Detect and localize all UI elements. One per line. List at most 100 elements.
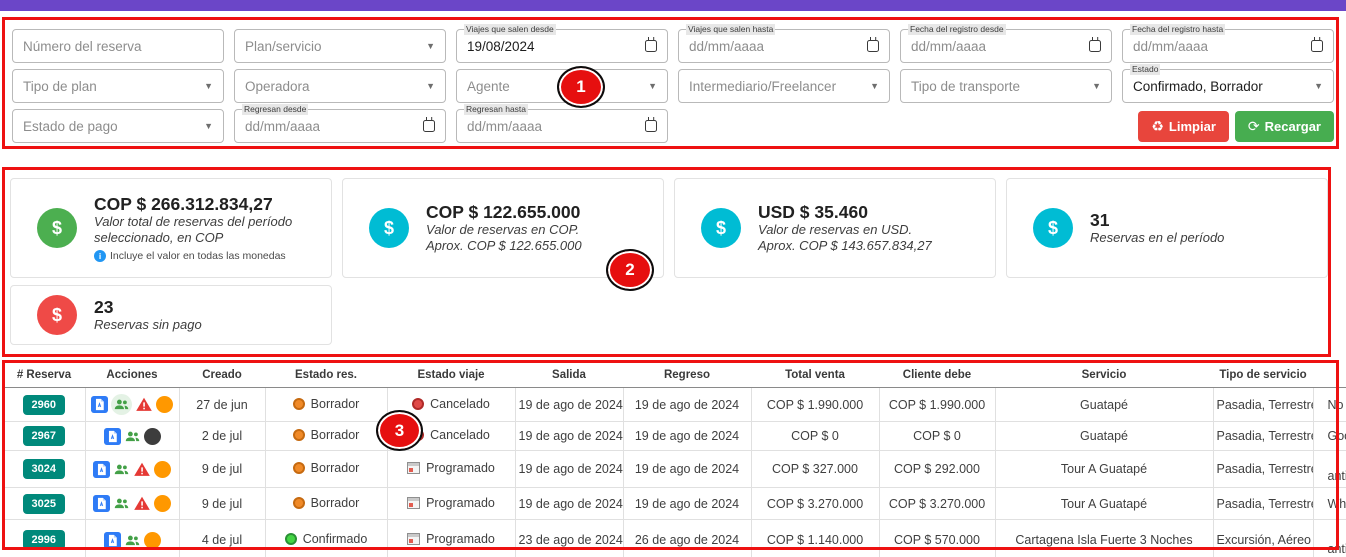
calendar-scheduled-icon: [407, 462, 420, 474]
operator-select[interactable]: Operadora: [234, 69, 446, 103]
chevron-down-icon: [1092, 81, 1101, 91]
card-value: USD $ 35.460: [758, 202, 932, 222]
card-note: Incluye el valor en todas las monedas: [94, 250, 317, 262]
chevron-down-icon: [426, 81, 435, 91]
orange-status-dot-icon[interactable]: [154, 495, 171, 512]
table-row: 3025 9 de jul Borrador Programado 19 de …: [3, 488, 1346, 520]
plan-service-select[interactable]: Plan/servicio: [234, 29, 446, 63]
card-value: 31: [1090, 210, 1224, 230]
orange-status-dot-icon[interactable]: [154, 461, 171, 478]
pdf-file-icon[interactable]: [104, 532, 121, 549]
clients-icon[interactable]: [124, 532, 141, 549]
card-description: Valor de reservas en COP. Aprox. COP $ 1…: [426, 222, 582, 254]
filters-panel: Número del reserva Plan/servicio Viajes …: [5, 20, 1341, 152]
pdf-file-icon[interactable]: [93, 461, 110, 478]
calendar-icon[interactable]: [867, 40, 879, 52]
filter-actions: Limpiar Recargar: [678, 109, 1334, 143]
column-header: Servicio: [995, 362, 1213, 388]
column-header: Estado viaje: [387, 362, 515, 388]
chevron-down-icon: [204, 121, 213, 131]
column-header: # Reserva: [3, 362, 85, 388]
pdf-file-icon[interactable]: [93, 495, 110, 512]
status-select[interactable]: Estado Confirmado, Borrador: [1122, 69, 1334, 103]
card-value: 23: [94, 297, 202, 317]
column-header: Acciones: [85, 362, 179, 388]
return-until-date-input[interactable]: Regresan hasta dd/mm/aaaa: [456, 109, 668, 143]
calendar-scheduled-icon: [407, 497, 420, 509]
column-header-clipped: [1313, 362, 1346, 388]
reservation-id-badge[interactable]: 2960: [23, 395, 65, 415]
clear-icon: [1151, 118, 1164, 135]
annotation-step-1: 1: [557, 66, 605, 108]
table-row: 2996 4 de jul Confirmado Programado 23 d…: [3, 520, 1346, 557]
trips-depart-until-date-input[interactable]: Viajes que salen hasta dd/mm/aaaa: [678, 29, 890, 63]
status-dot-borrador: [293, 462, 305, 474]
calendar-scheduled-icon: [407, 533, 420, 545]
orange-status-dot-icon[interactable]: [144, 532, 161, 549]
info-icon: [94, 250, 106, 262]
payment-status-select[interactable]: Estado de pago: [12, 109, 224, 143]
reload-icon: [1248, 118, 1260, 135]
column-header: Estado res.: [265, 362, 387, 388]
table-header-row: # Reserva Acciones Creado Estado res. Es…: [3, 362, 1346, 388]
registration-date-from-input[interactable]: Fecha del registro desde dd/mm/aaaa: [900, 29, 1112, 63]
warning-icon[interactable]: [135, 396, 153, 413]
column-header: Regreso: [623, 362, 751, 388]
reservations-table: # Reserva Acciones Creado Estado res. Es…: [3, 362, 1346, 557]
warning-icon[interactable]: [133, 495, 151, 512]
clients-icon[interactable]: [113, 461, 130, 478]
summary-card-usd: USD $ 35.460 Valor de reservas en USD. A…: [674, 178, 996, 278]
black-status-dot-icon[interactable]: [144, 428, 161, 445]
column-header: Creado: [179, 362, 265, 388]
table-row: 2960 27 de jun Borrador Cancelado 19 de …: [3, 388, 1346, 422]
calendar-icon[interactable]: [645, 40, 657, 52]
reservation-number-placeholder: Número del reserva: [23, 39, 142, 54]
column-header: Tipo de servicio: [1213, 362, 1313, 388]
calendar-icon[interactable]: [423, 120, 435, 132]
chevron-down-icon: [1314, 81, 1323, 91]
card-description: Valor de reservas en USD. Aprox. COP $ 1…: [758, 222, 932, 254]
chevron-down-icon: [648, 81, 657, 91]
dollar-icon: [369, 208, 409, 248]
status-dot-borrador: [293, 398, 305, 410]
column-header: Salida: [515, 362, 623, 388]
reservation-id-badge[interactable]: 2996: [23, 530, 65, 550]
chevron-down-icon: [870, 81, 879, 91]
card-value: COP $ 122.655.000: [426, 202, 582, 222]
limpiar-button[interactable]: Limpiar: [1138, 111, 1229, 142]
card-value: COP $ 266.312.834,27: [94, 194, 317, 214]
registration-date-until-input[interactable]: Fecha del registro hasta dd/mm/aaaa: [1122, 29, 1334, 63]
summary-card-total-cop: COP $ 266.312.834,27 Valor total de rese…: [10, 178, 332, 278]
calendar-icon[interactable]: [1311, 40, 1323, 52]
status-dot-confirmado: [285, 533, 297, 545]
trips-depart-from-date-input[interactable]: Viajes que salen desde 19/08/2024: [456, 29, 668, 63]
clients-icon[interactable]: [113, 495, 130, 512]
column-header: Total venta: [751, 362, 879, 388]
dollar-icon: [37, 208, 77, 248]
plan-type-select[interactable]: Tipo de plan: [12, 69, 224, 103]
return-from-date-input[interactable]: Regresan desde dd/mm/aaaa: [234, 109, 446, 143]
annotation-step-3: 3: [376, 410, 423, 451]
annotation-step-2: 2: [606, 249, 654, 291]
recargar-button[interactable]: Recargar: [1235, 111, 1334, 142]
reservation-id-badge[interactable]: 3025: [23, 494, 65, 514]
calendar-icon[interactable]: [645, 120, 657, 132]
reservation-id-badge[interactable]: 3024: [23, 459, 65, 479]
transport-type-select[interactable]: Tipo de transporte: [900, 69, 1112, 103]
pdf-file-icon[interactable]: [104, 428, 121, 445]
clients-icon[interactable]: [111, 394, 132, 415]
summary-card-reservation-count: 31 Reservas en el período: [1006, 178, 1328, 278]
table-row: 3024 9 de jul Borrador Programado 19 de …: [3, 451, 1346, 488]
reservation-number-input[interactable]: Número del reserva: [12, 29, 224, 63]
pdf-file-icon[interactable]: [91, 396, 108, 413]
warning-icon[interactable]: [133, 461, 151, 478]
calendar-icon[interactable]: [1089, 40, 1101, 52]
intermediary-freelancer-select[interactable]: Intermediario/Freelancer: [678, 69, 890, 103]
dollar-icon: [1033, 208, 1073, 248]
orange-status-dot-icon[interactable]: [156, 396, 173, 413]
chevron-down-icon: [426, 41, 435, 51]
app-top-bar: [0, 0, 1346, 11]
clients-icon[interactable]: [124, 428, 141, 445]
reservation-id-badge[interactable]: 2967: [23, 426, 65, 446]
card-description: Valor total de reservas del período sele…: [94, 214, 317, 246]
